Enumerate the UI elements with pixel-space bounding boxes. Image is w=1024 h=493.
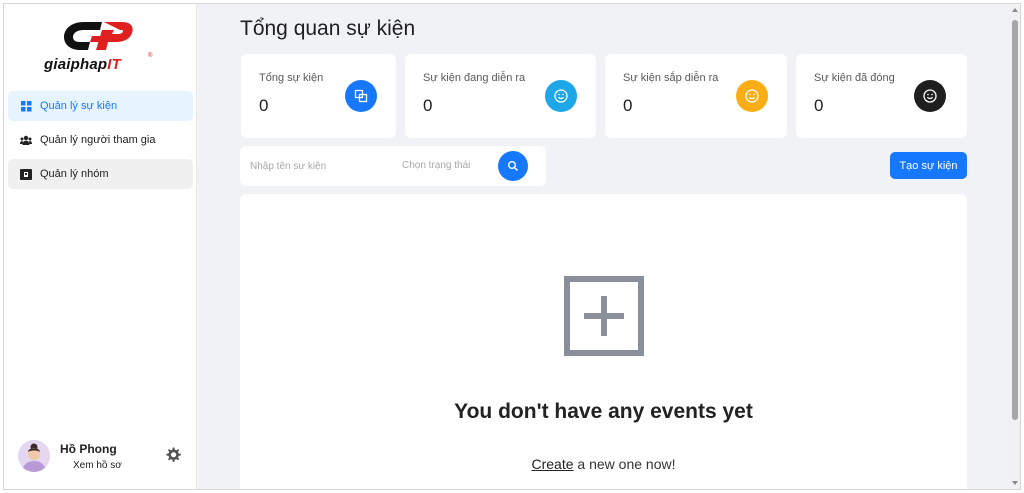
- search-button[interactable]: [498, 151, 528, 181]
- sidebar-nav: Quản lý sự kiện Quản lý người tham gia Q…: [8, 91, 193, 193]
- stat-value: 0: [259, 96, 269, 115]
- logo-mark-icon: [64, 22, 133, 50]
- sidebar-item-label: Quản lý sự kiện: [40, 100, 118, 112]
- group-card-icon: [20, 168, 32, 180]
- brand-registered-mark: ®: [148, 53, 153, 59]
- create-link[interactable]: Create: [532, 456, 574, 472]
- stat-card-total: Tổng sự kiện 0: [241, 54, 396, 138]
- add-box-icon: [564, 276, 644, 356]
- scroll-up-arrow-icon[interactable]: [1012, 8, 1018, 12]
- smile-icon: [736, 80, 768, 112]
- app-window: giaiphapIT ® Quản lý sự kiện Quản lý ngư…: [3, 3, 1021, 490]
- user-name: Hồ Phong: [60, 442, 117, 456]
- sidebar-item-groups[interactable]: Quản lý nhóm: [8, 159, 193, 189]
- empty-state-subtitle: Create a new one now!: [240, 456, 967, 472]
- copy-icon: [345, 80, 377, 112]
- scroll-thumb[interactable]: [1012, 20, 1018, 420]
- stat-label: Sự kiện sắp diễn ra: [623, 72, 719, 84]
- users-icon: [20, 134, 32, 146]
- search-input[interactable]: [250, 154, 385, 178]
- sidebar-item-participants[interactable]: Quản lý người tham gia: [8, 125, 193, 155]
- view-profile-link[interactable]: Xem hồ sơ: [73, 460, 122, 471]
- stat-value: 0: [814, 96, 824, 115]
- scrollbar[interactable]: [1010, 4, 1020, 489]
- brand-logo: giaiphapIT ®: [44, 18, 159, 74]
- create-event-button[interactable]: Tạo sự kiện: [890, 152, 967, 179]
- stat-card-ongoing: Sự kiện đang diễn ra 0: [405, 54, 596, 138]
- sidebar-item-label: Quản lý nhóm: [40, 168, 109, 180]
- scroll-down-arrow-icon[interactable]: [1012, 481, 1018, 485]
- brand-logo-text: giaiphapIT: [44, 56, 122, 73]
- grid-icon: [20, 100, 32, 112]
- avatar[interactable]: [18, 440, 50, 472]
- gear-icon[interactable]: [164, 446, 182, 464]
- search-icon: [508, 161, 519, 172]
- stat-value: 0: [623, 96, 633, 115]
- sidebar-item-label: Quản lý người tham gia: [40, 134, 156, 146]
- stat-card-closed: Sự kiện đã đóng 0: [796, 54, 967, 138]
- stat-card-upcoming: Sự kiện sắp diễn ra 0: [605, 54, 787, 138]
- status-select[interactable]: Chọn trạng thái: [396, 154, 486, 178]
- user-profile: Hồ Phong Xem hồ sơ: [18, 438, 188, 478]
- search-bar: Chọn trạng thái: [240, 146, 546, 186]
- empty-state-title: You don't have any events yet: [454, 400, 753, 423]
- stat-label: Tổng sự kiện: [259, 72, 324, 84]
- sidebar: giaiphapIT ® Quản lý sự kiện Quản lý ngư…: [4, 4, 197, 489]
- smile-icon: [545, 80, 577, 112]
- sidebar-item-events[interactable]: Quản lý sự kiện: [8, 91, 193, 121]
- empty-state-suffix: a new one now!: [573, 456, 676, 472]
- stat-value: 0: [423, 96, 433, 115]
- smile-icon: [914, 80, 946, 112]
- stat-label: Sự kiện đang diễn ra: [423, 72, 526, 84]
- stat-label: Sự kiện đã đóng: [814, 72, 895, 84]
- empty-state-panel: You don't have any events yet Create a n…: [240, 194, 967, 489]
- page-title: Tổng quan sự kiện: [240, 17, 416, 40]
